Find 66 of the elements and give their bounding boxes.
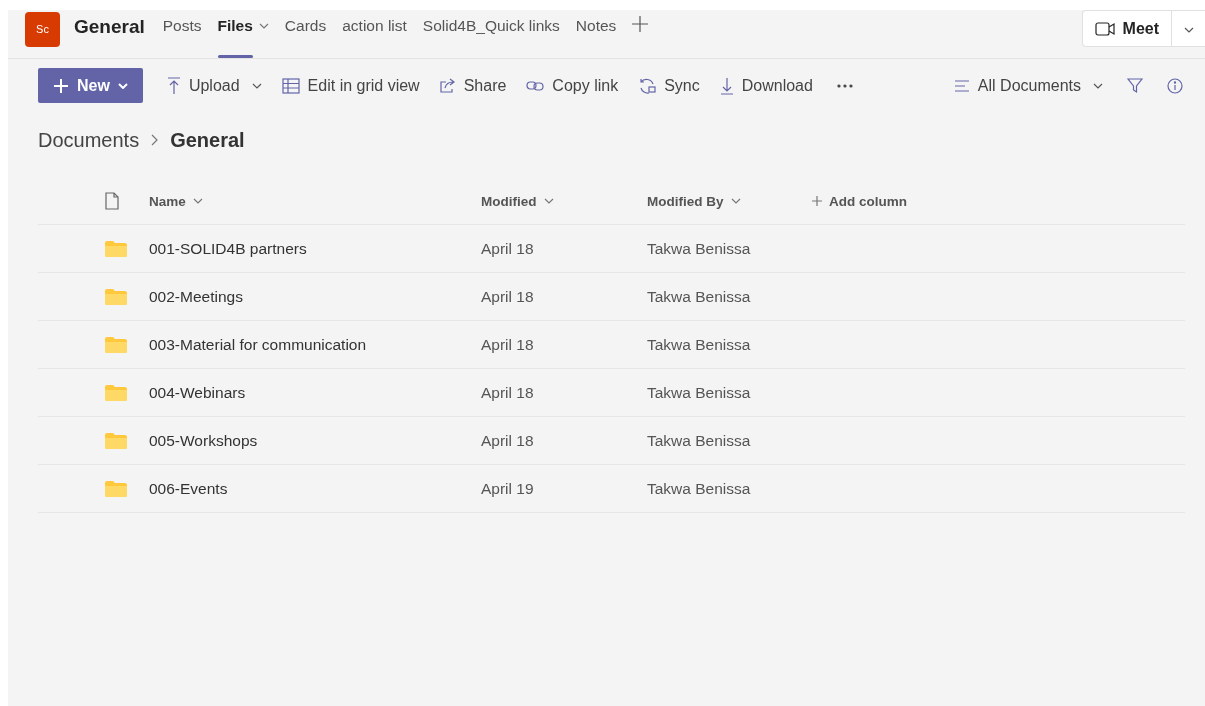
download-button[interactable]: Download	[709, 68, 823, 103]
more-icon	[836, 83, 853, 88]
file-name[interactable]: 005-Workshops	[149, 431, 481, 450]
tab[interactable]: Files	[209, 10, 277, 58]
file-name[interactable]: 004-Webinars	[149, 383, 481, 402]
new-button[interactable]: New	[38, 68, 143, 103]
chevron-down-icon	[117, 82, 128, 89]
modified-by: Takwa Benissa	[647, 431, 752, 450]
plus-icon	[812, 196, 822, 206]
modified-date: April 18	[481, 287, 535, 306]
tab[interactable]: Posts	[154, 10, 210, 58]
team-avatar: Sc	[25, 11, 60, 47]
chevron-down-icon	[1183, 27, 1194, 33]
chevron-down-icon	[1093, 82, 1103, 89]
column-header[interactable]: Modified	[481, 193, 554, 209]
share-icon	[439, 78, 456, 93]
list-icon	[953, 79, 970, 92]
plus-icon	[53, 77, 69, 94]
folder-icon	[105, 240, 127, 257]
folder-icon	[105, 336, 127, 353]
modified-date: April 18	[481, 239, 535, 258]
modified-by: Takwa Benissa	[647, 287, 752, 306]
grid-button[interactable]: Edit in grid view	[271, 68, 430, 103]
chevron-down-icon	[730, 198, 741, 204]
sync-icon	[638, 76, 657, 95]
link-button[interactable]: Copy link	[516, 68, 629, 103]
file-name[interactable]: 003-Material for communication	[149, 335, 481, 354]
file-name[interactable]: 006-Events	[149, 479, 481, 498]
upload-button[interactable]: Upload	[156, 68, 272, 103]
link-icon	[526, 79, 545, 92]
modified-date: April 18	[481, 383, 535, 402]
file-name[interactable]: 001-SOLID4B partners	[149, 239, 481, 258]
modified-date: April 18	[481, 431, 535, 450]
chevron-right-icon	[151, 134, 159, 146]
chevron-down-icon	[192, 198, 203, 204]
folder-icon	[105, 384, 127, 401]
file-icon	[105, 192, 119, 210]
chevron-down-icon	[543, 198, 554, 204]
tab[interactable]: Solid4B_Quick links	[414, 10, 568, 58]
modified-by: Takwa Benissa	[647, 239, 752, 258]
modified-by: Takwa Benissa	[647, 383, 752, 402]
modified-by: Takwa Benissa	[647, 335, 752, 354]
upload-icon	[166, 76, 181, 95]
tab[interactable]: Notes	[567, 10, 625, 58]
folder-icon	[105, 288, 127, 305]
video-camera-icon	[1094, 21, 1115, 36]
grid-icon	[281, 77, 300, 94]
modified-date: April 18	[481, 335, 535, 354]
file-name[interactable]: 002-Meetings	[149, 287, 481, 306]
channel-title: General	[74, 16, 145, 38]
tab[interactable]: Cards	[276, 10, 335, 58]
download-icon	[719, 76, 734, 95]
add-tab-icon[interactable]	[632, 16, 649, 32]
tab[interactable]: action list	[334, 10, 415, 58]
share-button[interactable]: Share	[429, 68, 517, 103]
column-header[interactable]: Modified By	[647, 193, 741, 209]
column-header[interactable]: Name	[149, 193, 203, 209]
breadcrumb-item: General	[170, 128, 245, 152]
folder-icon	[105, 480, 127, 497]
add-column-button[interactable]: Add column	[812, 193, 907, 209]
breadcrumb-item[interactable]: Documents	[38, 128, 140, 152]
sync-button[interactable]: Sync	[628, 68, 710, 103]
modified-date: April 19	[481, 479, 535, 498]
folder-icon	[105, 432, 127, 449]
view-selector[interactable]: All Documents	[941, 76, 1115, 95]
modified-by: Takwa Benissa	[647, 479, 752, 498]
